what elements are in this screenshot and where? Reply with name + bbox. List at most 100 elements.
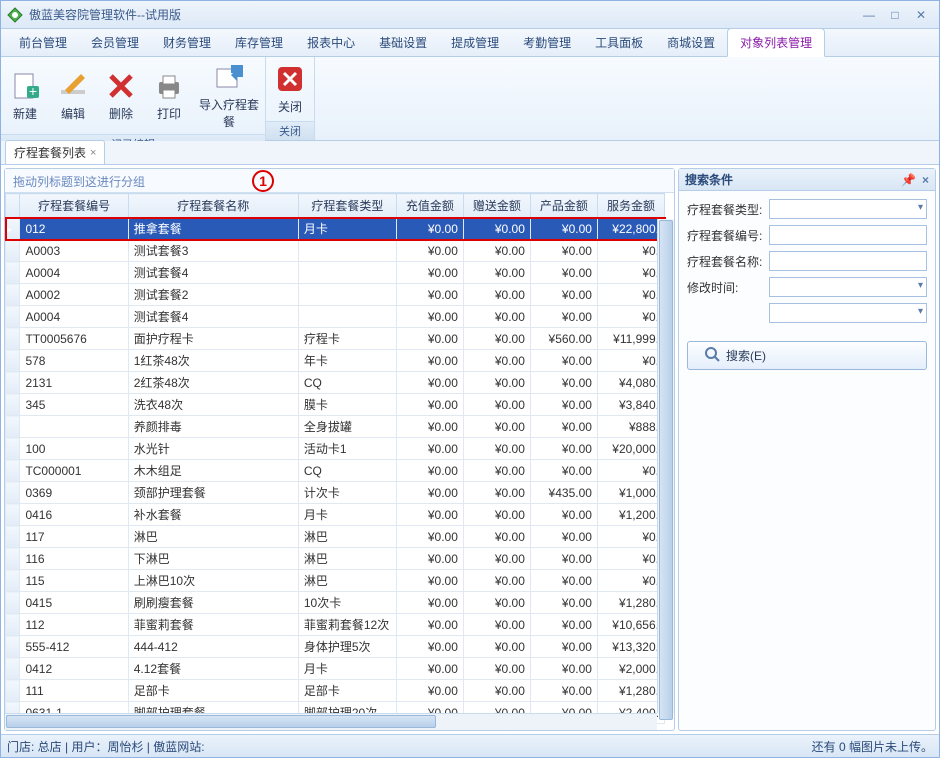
- ribbon-btn-label: 编辑: [61, 105, 85, 122]
- table-cell: 2131: [20, 372, 128, 394]
- table-row[interactable]: A0002测试套餐2¥0.00¥0.00¥0.00¥0.: [6, 284, 665, 306]
- table-row[interactable]: A0004测试套餐4¥0.00¥0.00¥0.00¥0.: [6, 262, 665, 284]
- table-row[interactable]: TC000001木木组足CQ¥0.00¥0.00¥0.00¥0.: [6, 460, 665, 482]
- table-row[interactable]: 555-412444-412身体护理5次¥0.00¥0.00¥0.00¥13,3…: [6, 636, 665, 658]
- close-button[interactable]: ✕: [909, 6, 933, 24]
- table-cell: ¥0.00: [463, 504, 530, 526]
- table-row[interactable]: 115上淋巴10次淋巴¥0.00¥0.00¥0.00¥0.: [6, 570, 665, 592]
- column-header[interactable]: 产品金额: [530, 194, 597, 218]
- table-row[interactable]: 100水光针活动卡1¥0.00¥0.00¥0.00¥20,000.: [6, 438, 665, 460]
- table-cell: 112: [20, 614, 128, 636]
- main-tab[interactable]: 会员管理: [79, 29, 151, 56]
- table-row[interactable]: 111足部卡足部卡¥0.00¥0.00¥0.00¥1,280.: [6, 680, 665, 702]
- ribbon-btn-label: 删除: [109, 105, 133, 122]
- main-tab[interactable]: 前台管理: [7, 29, 79, 56]
- minimize-button[interactable]: —: [857, 6, 881, 24]
- data-grid[interactable]: 疗程套餐编号疗程套餐名称疗程套餐类型充值金额赠送金额产品金额服务金额▸012推拿…: [5, 193, 665, 724]
- column-header[interactable]: 疗程套餐类型: [298, 194, 396, 218]
- column-header[interactable]: 疗程套餐名称: [128, 194, 298, 218]
- text-input[interactable]: [769, 225, 927, 245]
- table-row[interactable]: 04124.12套餐月卡¥0.00¥0.00¥0.00¥2,000.: [6, 658, 665, 680]
- table-cell: ¥0.00: [396, 240, 463, 262]
- status-left: 门店: 总店 | 用户：周怡杉 | 傲蓝网站:: [7, 738, 205, 755]
- vertical-scrollbar[interactable]: [657, 219, 674, 713]
- table-cell: 月卡: [298, 658, 396, 680]
- table-cell: 洗衣48次: [128, 394, 298, 416]
- table-cell: 444-412: [128, 636, 298, 658]
- form-label: 疗程套餐名称:: [687, 253, 765, 270]
- main-tab[interactable]: 对象列表管理: [727, 28, 825, 57]
- new-button[interactable]: +新建: [1, 57, 49, 134]
- main-tab[interactable]: 财务管理: [151, 29, 223, 56]
- delete-button[interactable]: 删除: [97, 57, 145, 134]
- table-row[interactable]: A0004测试套餐4¥0.00¥0.00¥0.00¥0.: [6, 306, 665, 328]
- search-panel-body: 疗程套餐类型:疗程套餐编号:疗程套餐名称:修改时间:搜索(E): [679, 191, 935, 396]
- panel-close-icon[interactable]: ×: [922, 173, 929, 187]
- table-cell: 年卡: [298, 350, 396, 372]
- close-button[interactable]: 关闭: [266, 57, 314, 121]
- group-by-hint[interactable]: 拖动列标题到这进行分组 1: [5, 169, 674, 193]
- horizontal-scrollbar[interactable]: [5, 713, 657, 730]
- table-cell: ¥560.00: [530, 328, 597, 350]
- main-tab[interactable]: 库存管理: [223, 29, 295, 56]
- scrollbar-thumb[interactable]: [659, 220, 673, 720]
- pin-icon[interactable]: 📌: [901, 173, 916, 187]
- main-tab[interactable]: 报表中心: [295, 29, 367, 56]
- main-tab[interactable]: 基础设置: [367, 29, 439, 56]
- table-cell: ¥0.00: [530, 460, 597, 482]
- main-tab[interactable]: 提成管理: [439, 29, 511, 56]
- main-tab[interactable]: 工具面板: [583, 29, 655, 56]
- column-header[interactable]: 充值金额: [396, 194, 463, 218]
- table-cell: ¥0.00: [530, 636, 597, 658]
- table-cell: 计次卡: [298, 482, 396, 504]
- table-cell: ¥0.00: [463, 636, 530, 658]
- table-row[interactable]: A0003测试套餐3¥0.00¥0.00¥0.00¥0.: [6, 240, 665, 262]
- status-right: 还有 0 幅图片未上传。: [812, 738, 933, 755]
- combo-input[interactable]: [769, 303, 927, 323]
- table-row[interactable]: ▸012推拿套餐月卡¥0.00¥0.00¥0.00¥22,800.: [6, 218, 665, 240]
- table-cell: [298, 284, 396, 306]
- table-cell: ¥0.00: [396, 350, 463, 372]
- main-tab[interactable]: 商城设置: [655, 29, 727, 56]
- document-tab[interactable]: 疗程套餐列表 ×: [5, 140, 105, 164]
- edit-button[interactable]: 编辑: [49, 57, 97, 134]
- table-cell: 推拿套餐: [128, 218, 298, 240]
- combo-input[interactable]: [769, 199, 927, 219]
- combo-input[interactable]: [769, 277, 927, 297]
- table-row[interactable]: 117淋巴淋巴¥0.00¥0.00¥0.00¥0.: [6, 526, 665, 548]
- scrollbar-thumb[interactable]: [6, 715, 436, 728]
- table-row[interactable]: 0416补水套餐月卡¥0.00¥0.00¥0.00¥1,200.: [6, 504, 665, 526]
- table-cell: ¥0.00: [396, 680, 463, 702]
- maximize-button[interactable]: □: [883, 6, 907, 24]
- import-icon: [213, 61, 245, 93]
- table-cell: 淋巴: [298, 526, 396, 548]
- table-cell: TC000001: [20, 460, 128, 482]
- print-button[interactable]: 打印: [145, 57, 193, 134]
- tab-close-icon[interactable]: ×: [90, 147, 96, 159]
- table-cell: 测试套餐2: [128, 284, 298, 306]
- text-input[interactable]: [769, 251, 927, 271]
- column-header[interactable]: 疗程套餐编号: [20, 194, 128, 218]
- ribbon-group-edit: +新建编辑删除打印导入疗程套餐 记录编辑: [1, 57, 266, 140]
- search-button[interactable]: 搜索(E): [687, 341, 927, 370]
- table-row[interactable]: 116下淋巴淋巴¥0.00¥0.00¥0.00¥0.: [6, 548, 665, 570]
- table-cell: ¥0.00: [396, 284, 463, 306]
- column-header[interactable]: 服务金额: [597, 194, 664, 218]
- table-row[interactable]: TT0005676面护疗程卡疗程卡¥0.00¥0.00¥560.00¥11,99…: [6, 328, 665, 350]
- table-cell: ¥0.00: [463, 482, 530, 504]
- table-row[interactable]: 112菲蜜莉套餐菲蜜莉套餐12次¥0.00¥0.00¥0.00¥10,656.: [6, 614, 665, 636]
- table-row[interactable]: 21312红茶48次CQ¥0.00¥0.00¥0.00¥4,080.: [6, 372, 665, 394]
- table-cell: [298, 262, 396, 284]
- table-cell: ¥0.00: [530, 218, 597, 240]
- table-row[interactable]: 345洗衣48次膜卡¥0.00¥0.00¥0.00¥3,840.: [6, 394, 665, 416]
- table-row[interactable]: 0415刷刷瘦套餐10次卡¥0.00¥0.00¥0.00¥1,280.: [6, 592, 665, 614]
- column-header[interactable]: 赠送金额: [463, 194, 530, 218]
- table-cell: 淋巴: [128, 526, 298, 548]
- table-cell: ¥0.00: [463, 614, 530, 636]
- main-tab[interactable]: 考勤管理: [511, 29, 583, 56]
- table-cell: ¥0.: [597, 548, 664, 570]
- table-row[interactable]: 0369颈部护理套餐计次卡¥0.00¥0.00¥435.00¥1,000.: [6, 482, 665, 504]
- table-row[interactable]: 5781红茶48次年卡¥0.00¥0.00¥0.00¥0.: [6, 350, 665, 372]
- table-row[interactable]: 养颜排毒全身拔罐¥0.00¥0.00¥0.00¥888.: [6, 416, 665, 438]
- import-button[interactable]: 导入疗程套餐: [193, 57, 265, 134]
